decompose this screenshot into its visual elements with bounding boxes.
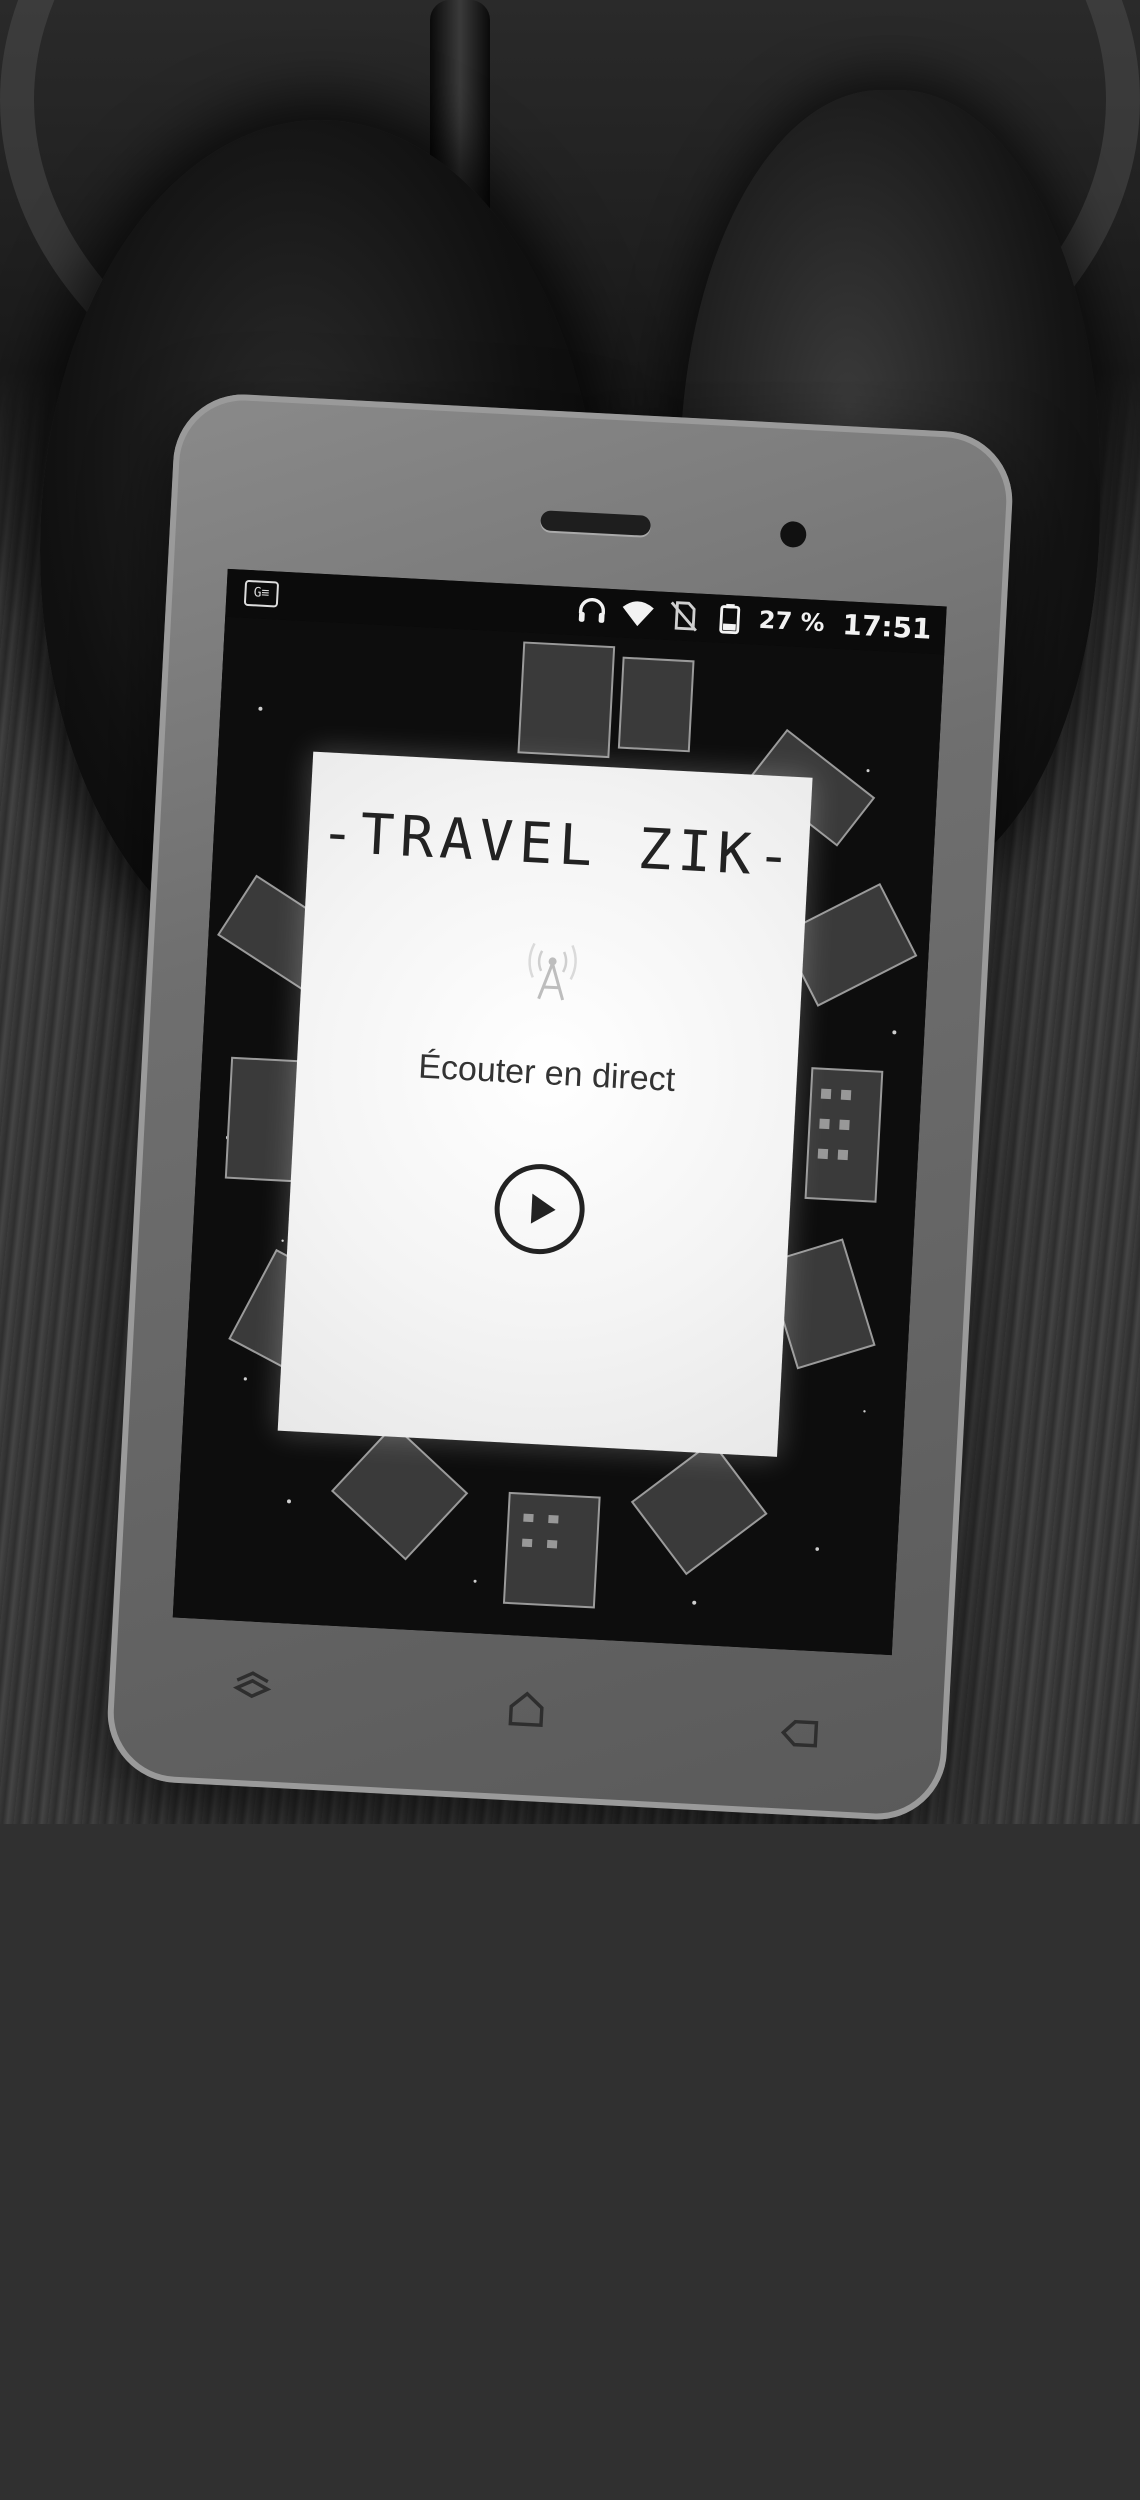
no-sim-icon [670, 601, 697, 632]
navigation-keys [107, 1654, 950, 1768]
wifi-icon [622, 601, 654, 627]
play-button[interactable] [492, 1161, 587, 1257]
photo-background: G≡ 27 % 17:51 -TRAVEL ZIK- Écouter en di… [0, 0, 1140, 1824]
status-left: G≡ [243, 579, 280, 608]
home-icon[interactable] [502, 1685, 550, 1733]
brand-logo: -TRAVEL ZIK- [319, 800, 799, 890]
bottom-empty-area [0, 1824, 1140, 2500]
battery-icon [719, 603, 741, 635]
back-icon[interactable] [776, 1709, 824, 1757]
status-clock: 17:51 [841, 607, 933, 646]
sim-notification-icon: G≡ [243, 579, 280, 608]
city-wallpaper: -TRAVEL ZIK- Écouter en direct [172, 616, 945, 1656]
recent-apps-icon[interactable] [228, 1661, 276, 1709]
listen-live-label: Écouter en direct [417, 1047, 677, 1099]
headphones-icon [578, 597, 606, 623]
front-camera [779, 520, 807, 549]
phone-screen: G≡ 27 % 17:51 -TRAVEL ZIK- Écouter en di… [172, 568, 947, 1656]
radio-antenna-icon [528, 942, 577, 1001]
smartphone: G≡ 27 % 17:51 -TRAVEL ZIK- Écouter en di… [104, 390, 1016, 1824]
earpiece-speaker [540, 510, 652, 536]
play-icon [530, 1193, 556, 1224]
battery-percent: 27 % [758, 605, 826, 638]
player-card: -TRAVEL ZIK- Écouter en direct [277, 751, 813, 1457]
